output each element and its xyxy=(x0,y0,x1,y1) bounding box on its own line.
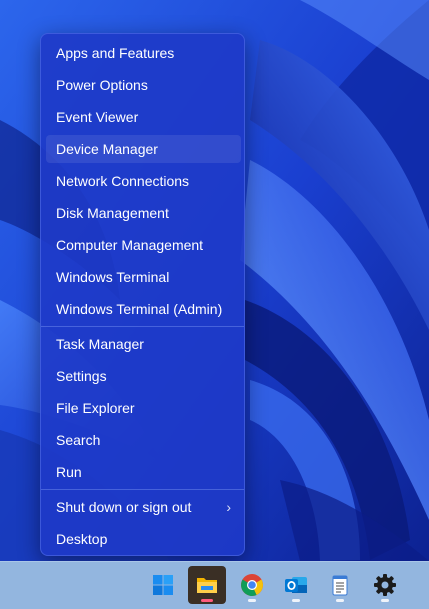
running-app-indicator xyxy=(292,599,300,602)
winx-context-menu: Apps and Features Power Options Event Vi… xyxy=(40,33,245,556)
menu-item-label: Shut down or sign out xyxy=(56,499,192,515)
running-app-indicator xyxy=(381,599,389,602)
menu-item-shut-down-or-sign-out[interactable]: Shut down or sign out › xyxy=(46,493,241,521)
start-button[interactable] xyxy=(144,566,182,604)
menu-item-power-options[interactable]: Power Options xyxy=(46,71,241,99)
taskbar-outlook-button[interactable] xyxy=(277,566,315,604)
menu-separator xyxy=(41,326,244,327)
menu-item-windows-terminal-admin[interactable]: Windows Terminal (Admin) xyxy=(46,295,241,323)
menu-item-search[interactable]: Search xyxy=(46,426,241,454)
desktop: Apps and Features Power Options Event Vi… xyxy=(0,0,429,609)
chrome-icon xyxy=(241,574,263,596)
menu-item-desktop[interactable]: Desktop xyxy=(46,525,241,553)
outlook-icon xyxy=(285,577,307,593)
taskbar-notepad-button[interactable] xyxy=(321,566,359,604)
file-explorer-icon xyxy=(197,578,217,593)
menu-item-run[interactable]: Run xyxy=(46,458,241,486)
menu-item-apps-and-features[interactable]: Apps and Features xyxy=(46,39,241,67)
settings-gear-icon xyxy=(374,574,396,596)
menu-item-windows-terminal[interactable]: Windows Terminal xyxy=(46,263,241,291)
menu-separator xyxy=(41,489,244,490)
menu-item-network-connections[interactable]: Network Connections xyxy=(46,167,241,195)
chevron-right-icon: › xyxy=(226,499,231,515)
taskbar-settings-button[interactable] xyxy=(366,566,404,604)
running-app-indicator xyxy=(248,599,256,602)
taskbar-chrome-button[interactable] xyxy=(233,566,271,604)
active-app-indicator xyxy=(201,599,213,602)
notepad-icon xyxy=(332,575,348,596)
windows-start-icon xyxy=(153,575,173,595)
menu-item-computer-management[interactable]: Computer Management xyxy=(46,231,241,259)
menu-item-device-manager[interactable]: Device Manager xyxy=(46,135,241,163)
menu-item-file-explorer[interactable]: File Explorer xyxy=(46,394,241,422)
menu-item-event-viewer[interactable]: Event Viewer xyxy=(46,103,241,131)
taskbar xyxy=(0,561,429,609)
menu-item-disk-management[interactable]: Disk Management xyxy=(46,199,241,227)
taskbar-file-explorer-button[interactable] xyxy=(188,566,226,604)
running-app-indicator xyxy=(336,599,344,602)
menu-item-settings[interactable]: Settings xyxy=(46,362,241,390)
menu-item-task-manager[interactable]: Task Manager xyxy=(46,330,241,358)
